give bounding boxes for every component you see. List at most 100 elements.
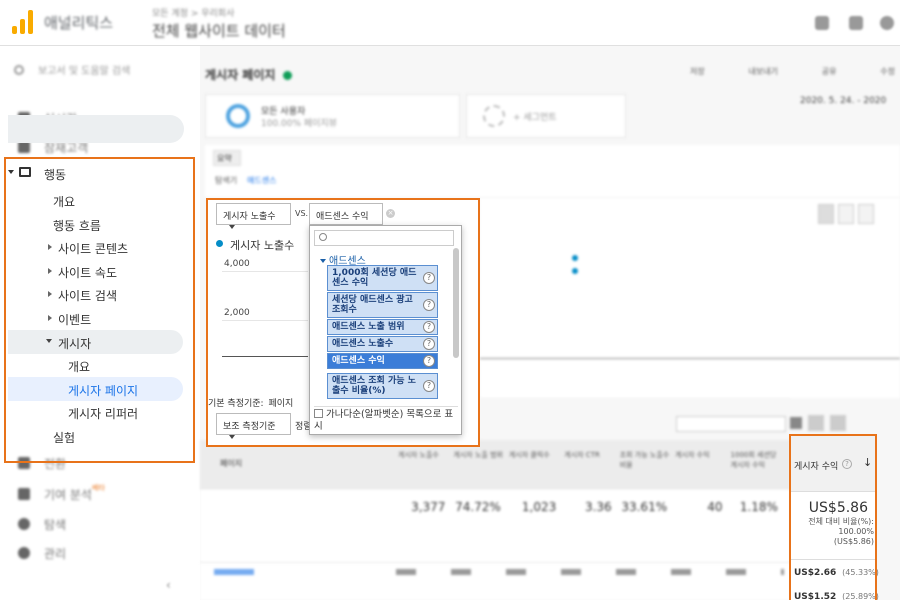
table-row[interactable] [200,562,790,600]
sidebar-item-label: 전환 [44,457,67,471]
dropdown-item-label: 애드센스 조회 가능 노출수 비율(%) [332,376,416,396]
sidebar-item-label: 사이트 콘텐츠 [58,242,129,256]
sidebar-item-pub-referrers[interactable]: 게시자 리퍼러 [0,405,185,423]
chart-view-buttons[interactable] [818,204,874,224]
help-icon[interactable] [880,16,894,30]
dropdown-search-input[interactable] [314,230,454,246]
sidebar-item-admin[interactable]: 관리 [0,545,185,563]
chevron-down-icon [320,259,326,263]
behavior-icon [19,167,31,177]
metric-dropdown: 애드센스 1,000회 세션당 애드센스 수익? 세션당 애드센스 광고 조회수?… [309,225,462,435]
account-selector[interactable]: 전체 웹사이트 데이터 [152,20,286,41]
compare-metric-select[interactable]: 애드센스 수익 [309,203,383,229]
dropdown-item[interactable]: 애드센스 조회 가능 노출수 비율(%)? [327,373,438,399]
search-input[interactable]: 보고서 및 도움말 검색 [14,62,130,77]
tab-summary[interactable]: 요약 [213,150,241,166]
alphabetical-checkbox[interactable] [314,409,323,418]
sidebar-item-site-search[interactable]: 사이트 검색 [0,287,185,305]
chevron-right-icon [48,315,52,321]
metric-select[interactable]: 게시자 노출수 [216,203,291,229]
revenue-value: US$1.52 [794,592,837,600]
help-icon[interactable]: ? [842,459,852,469]
help-icon[interactable]: ? [423,355,435,367]
help-icon[interactable]: ? [423,272,435,284]
total-cell: 40 [707,500,723,514]
dropdown-scrollbar[interactable] [453,248,459,358]
table-view-toggles[interactable] [790,413,900,433]
sidebar-item-label: 탐색 [44,518,67,532]
dropdown-item[interactable]: 세션당 애드센스 광고 조회수? [327,292,438,318]
secondary-dimension-select[interactable]: 보조 측정기준 [216,413,291,439]
sidebar-item-label: 사이트 검색 [58,289,118,303]
primary-dim-value[interactable]: 페이지 [268,399,293,409]
sidebar-item-publisher-pages[interactable]: 게시자 페이지 [8,377,183,401]
table-header: 페이지 게시자 노출수 게시자 노출 범위 게시자 클릭수 게시자 CTR 조회… [200,440,790,490]
dropdown-item[interactable]: 1,000회 세션당 애드센스 수익? [327,265,438,291]
sort-descending-icon[interactable]: ↓ [863,456,872,469]
account-breadcrumb[interactable]: 모든 계정 > 우리회사 [152,6,234,19]
dropdown-item[interactable]: 애드센스 수익? [327,353,438,369]
revenue-row: US$2.66 (45.33%) [794,568,879,578]
page-title: 게시자 페이지 [205,66,292,83]
sidebar-item-events[interactable]: 이벤트 [0,311,185,329]
sidebar-item-publisher[interactable]: 게시자 [8,330,183,354]
column-header[interactable]: 게시자 수익 [673,448,728,472]
add-segment-card[interactable]: + 세그먼트 [466,94,626,138]
export-button[interactable]: 내보내기 [749,66,778,77]
sidebar-item-site-speed[interactable]: 사이트 속도 [0,264,185,282]
revenue-total-sub: 전체 대비 비율(%): 100.00% (US$5.86) [808,517,874,546]
share-button[interactable]: 공유 [822,66,837,77]
sidebar-item-discover[interactable]: 탐색 [0,516,185,534]
help-icon[interactable]: ? [423,380,435,392]
sidebar-item-label: 게시자 [58,337,92,351]
help-icon[interactable]: ? [423,338,435,350]
dropdown-item[interactable]: 애드센스 노출수? [327,336,438,352]
chevron-down-icon [8,170,14,174]
primary-dimension: 기본 측정기준: 페이지 [208,396,293,409]
alphabetical-option[interactable]: 가나다순(알파벳순) 목록으로 표시 [314,406,458,433]
revenue-percent: (25.89%) [842,592,879,600]
column-header[interactable]: 게시자 CTR [562,448,617,472]
column-header[interactable]: 게시자 노출수 [396,448,451,472]
segment-card[interactable]: 모든 사용자 100.00% 페이지뷰 [205,94,460,138]
alphabetical-label: 가나다순(알파벳순) 목록으로 표시 [314,409,454,432]
sidebar-item-overview[interactable]: 개요 [0,193,185,211]
column-header[interactable]: 게시자 클릭수 [507,448,562,472]
sidebar-item-behavior-flow[interactable]: 행동 흐름 [0,217,185,235]
sidebar-item-conversions[interactable]: 전환 [0,455,185,473]
sidebar-item-pub-overview[interactable]: 개요 [0,358,185,376]
revenue-column: 게시자 수익 ? ↓ US$5.86 전체 대비 비율(%): 100.00% … [790,436,879,600]
analytics-logo-icon[interactable] [12,10,34,34]
sidebar-item-site-content[interactable]: 사이트 콘텐츠 [0,240,185,258]
apps-icon[interactable] [849,16,863,30]
notification-icon[interactable] [815,16,829,30]
table-search-input[interactable] [676,416,786,432]
collapse-icon[interactable]: ‹ [166,578,171,592]
column-header[interactable]: 게시자 노출 범위 [451,448,506,472]
chevron-down-icon [229,434,235,439]
chart-point [572,255,578,261]
beta-badge: 베타 [92,484,105,492]
save-button[interactable]: 저장 [690,66,705,77]
help-icon[interactable]: ? [423,321,435,333]
revenue-column-header[interactable]: 게시자 수익 ? ↓ [790,436,876,492]
sidebar-item-behavior[interactable] [8,115,184,143]
sidebar-item-label: 관리 [44,547,67,561]
sidebar-item-experiments[interactable]: 실험 [0,429,185,447]
edit-button[interactable]: 수정 [880,66,895,77]
column-header-page[interactable]: 페이지 [220,458,242,469]
column-header[interactable]: 1000회 세션당 게시자 수익 [729,448,784,472]
dropdown-item[interactable]: 애드센스 노출 범위? [327,319,438,335]
tab-adsense-link[interactable]: 애드센스 [247,175,276,186]
close-icon[interactable]: × [386,209,395,218]
attribution-icon [18,488,30,500]
line-chart-area [480,198,900,398]
column-header[interactable]: 조회 가능 노출수 비율 [618,448,673,472]
date-range[interactable]: 2020. 5. 24. - 2020 [800,96,886,106]
explorer-tabs: 요약 탐색기 애드센스 [205,145,900,197]
table-body: 3,377 74.72% 1,023 3.36 33.61% 40 1.18% [200,490,790,562]
add-segment-label: + 세그먼트 [513,113,557,123]
sidebar-item-attribution[interactable]: 기여 분석 베타 [0,484,185,504]
chevron-right-icon [48,244,52,250]
help-icon[interactable]: ? [423,299,435,311]
